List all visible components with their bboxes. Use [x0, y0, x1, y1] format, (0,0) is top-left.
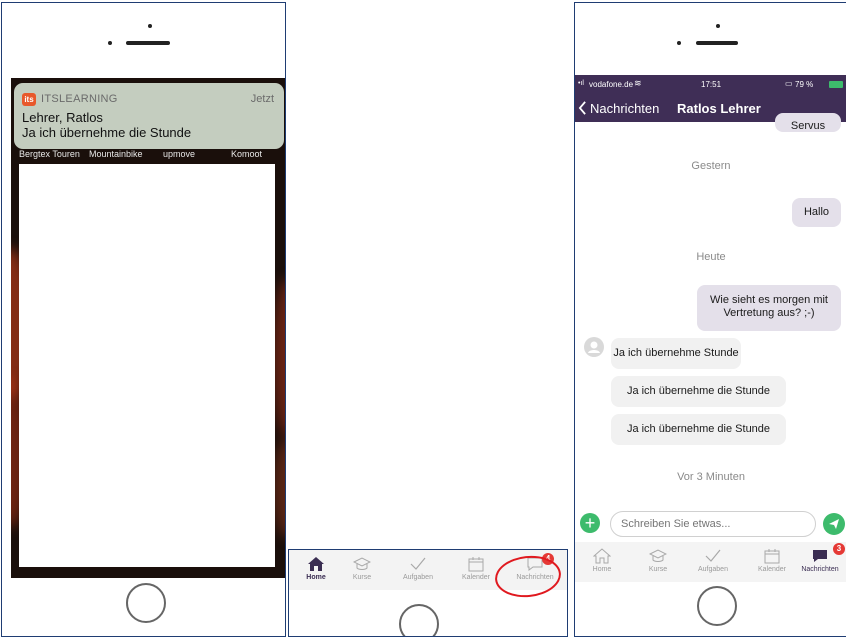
wifi-icon: ≋ [634, 78, 642, 88]
message-outgoing: Hallo [792, 198, 841, 227]
background-nav-item: Bergtex Touren [19, 149, 80, 159]
tab-label: Aufgaben [403, 574, 433, 581]
left-phone-frame: Bergtex Touren Mountainbike upmove Komoo… [1, 2, 286, 637]
tab-aufgaben[interactable]: Aufgaben [686, 542, 740, 582]
status-time: 17:51 [701, 80, 722, 89]
camera-dot [148, 24, 152, 28]
tab-label: Kalender [757, 566, 787, 573]
message-incoming: Ja ich übernehme die Stunde [611, 376, 786, 407]
battery-percent: 79 % [795, 80, 814, 89]
back-button[interactable]: Nachrichten [590, 101, 659, 116]
itslearning-app-icon: its [22, 93, 36, 106]
home-button[interactable] [126, 583, 166, 623]
notification-body: Ja ich übernehme die Stunde [22, 125, 192, 140]
tab-bar: Home Kurse Aufgaben Kalender Nachrichten… [575, 542, 846, 582]
screen-mirror-icon: ▭ [785, 79, 793, 88]
tab-bar-zoom-panel: Home Kurse Aufgaben Kalender Nachrichten… [288, 549, 568, 637]
tab-kurse[interactable]: Kurse [631, 542, 685, 582]
camera-dot [716, 24, 720, 28]
messages-badge: 3 [833, 543, 845, 555]
background-nav-item: upmove [163, 149, 196, 159]
tab-label: Kurse [648, 566, 668, 573]
background-nav-item: Mountainbike [89, 149, 143, 159]
message-input[interactable] [610, 511, 816, 537]
chat-title: Ratlos Lehrer [677, 101, 761, 116]
home-icon [308, 557, 324, 571]
tab-label: Kurse [352, 574, 372, 581]
message-outgoing: Wie sieht es morgen mit Vertretung aus? … [697, 285, 841, 331]
tab-label: Nachrichten [801, 566, 839, 573]
speaker-grille [696, 41, 738, 45]
home-button[interactable] [399, 604, 439, 636]
chat-bubble-icon [813, 550, 827, 562]
lock-screen: Bergtex Touren Mountainbike upmove Komoo… [11, 78, 285, 578]
back-chevron-icon[interactable] [578, 101, 587, 115]
calendar-icon [468, 557, 484, 572]
notification-time: Jetzt [250, 93, 274, 105]
tab-label: Aufgaben [698, 566, 728, 573]
tab-bar: Home Kurse Aufgaben Kalender Nachrichten… [289, 550, 567, 601]
home-button[interactable] [697, 586, 737, 626]
right-phone-frame: •ıl vodafone.de ≋ 17:51 ▭ 79 % Nachricht… [574, 2, 846, 637]
day-separator: Vor 3 Minuten [677, 471, 745, 483]
send-button[interactable] [823, 513, 845, 535]
tab-home[interactable]: Home [575, 542, 629, 582]
avatar [584, 337, 604, 357]
push-notification[interactable]: its ITSLEARNING Jetzt Lehrer, Ratlos Ja … [14, 83, 284, 149]
carrier-name: vodafone.de [589, 80, 634, 89]
message-list[interactable]: Servus Gestern Hallo Heute Wie sieht es … [575, 113, 846, 542]
notification-app-name: ITSLEARNING [41, 93, 118, 105]
message-incoming: Ja ich übernehme Stunde [611, 338, 741, 369]
message-incoming: Ja ich übernehme die Stunde [611, 414, 786, 445]
tab-kalender[interactable]: Kalender [449, 550, 503, 590]
sensor-dot [108, 41, 112, 45]
user-icon [588, 341, 600, 353]
tab-aufgaben[interactable]: Aufgaben [391, 550, 445, 590]
home-icon [593, 548, 611, 564]
calendar-icon [764, 549, 780, 564]
day-separator: Heute [696, 251, 726, 263]
tab-kurse[interactable]: Kurse [335, 550, 389, 590]
graduation-cap-icon [649, 549, 667, 562]
status-bar: •ıl vodafone.de ≋ 17:51 ▭ 79 % [575, 75, 846, 95]
tab-label: Home [592, 566, 612, 573]
day-separator: Gestern [691, 160, 731, 172]
add-attachment-button[interactable]: + [580, 513, 600, 533]
notification-title: Lehrer, Ratlos [22, 110, 103, 125]
send-icon [829, 519, 839, 529]
checkmark-icon [705, 549, 721, 562]
message-outgoing: Servus [775, 113, 841, 132]
message-composer: + [575, 508, 846, 542]
checkmark-icon [410, 557, 426, 570]
speaker-grille [126, 41, 170, 45]
signal-icon: •ıl [578, 80, 584, 87]
content-panel [19, 164, 275, 567]
tab-kalender[interactable]: Kalender [745, 542, 799, 582]
sensor-dot [677, 41, 681, 45]
battery-icon [829, 81, 843, 88]
graduation-cap-icon [353, 557, 371, 570]
background-nav-item: Komoot [231, 149, 263, 159]
